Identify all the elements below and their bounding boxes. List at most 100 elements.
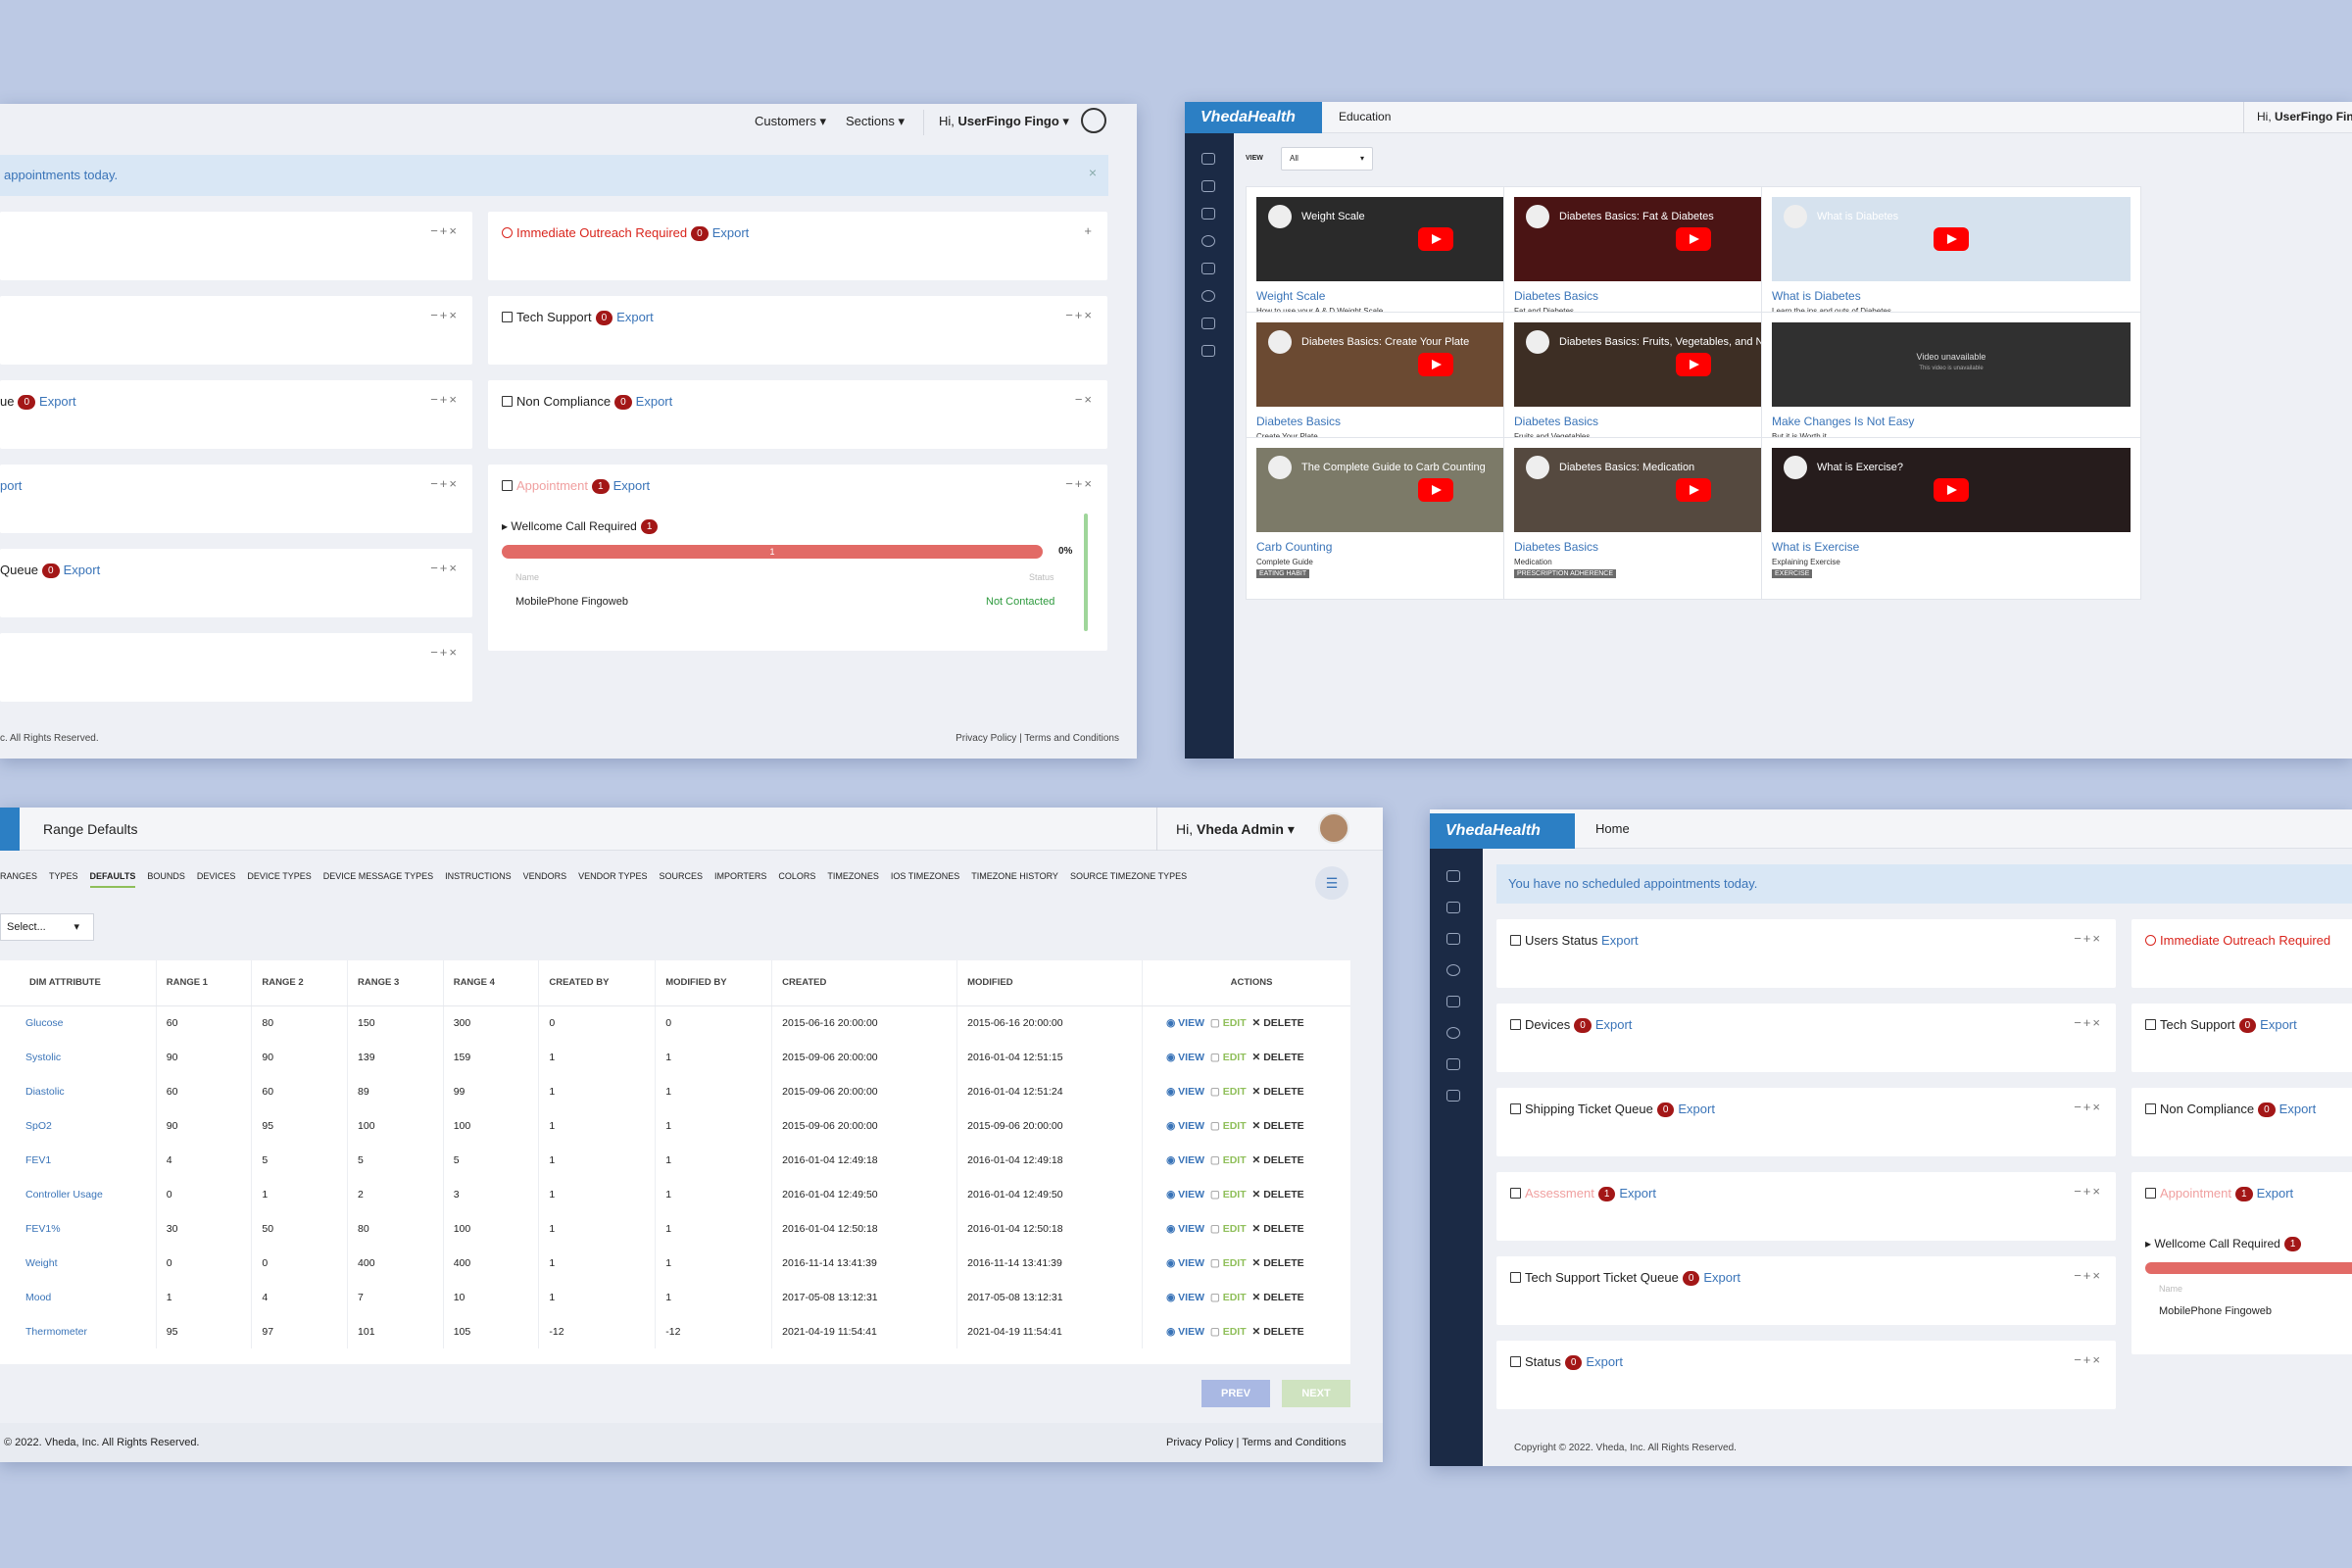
tab-ranges[interactable]: RANGES — [0, 871, 37, 886]
brand-logo[interactable]: VhedaHealth — [1430, 813, 1575, 849]
tab-vendor-types[interactable]: VENDOR TYPES — [578, 871, 647, 886]
tab-vendors[interactable]: VENDORS — [523, 871, 567, 886]
video-title[interactable]: What is Diabetes — [1772, 289, 1861, 303]
dim-attribute-link[interactable]: Controller Usage — [0, 1177, 157, 1211]
edit-action[interactable]: EDIT — [1223, 1017, 1247, 1029]
home-icon[interactable] — [1201, 153, 1215, 165]
tab-types[interactable]: TYPES — [49, 871, 78, 886]
dim-attribute-link[interactable]: Thermometer — [0, 1314, 157, 1348]
play-icon[interactable] — [1418, 353, 1453, 376]
export-link[interactable]: Export — [1586, 1354, 1623, 1369]
play-icon[interactable] — [1418, 227, 1453, 251]
card-controls[interactable]: −+× — [430, 223, 459, 238]
user-menu[interactable]: Hi, Vheda Admin ▾ — [1176, 821, 1295, 838]
footer-links[interactable]: Privacy Policy | Terms and Conditions — [956, 733, 1119, 744]
card-controls[interactable]: −+× — [1065, 308, 1094, 322]
brand-logo[interactable]: VhedaHealth — [1185, 102, 1322, 133]
wellcome-item[interactable]: ▸ Wellcome Call Required 1 — [502, 519, 662, 535]
card-controls[interactable]: −+× — [430, 645, 459, 660]
card-controls[interactable]: −× — [1075, 392, 1094, 407]
tab-device-message-types[interactable]: DEVICE MESSAGE TYPES — [323, 871, 433, 886]
export-link[interactable]: Export — [1678, 1102, 1715, 1116]
user-menu[interactable]: Hi, UserFingo Fingo ▾ — [939, 114, 1069, 129]
phone-icon[interactable] — [1446, 933, 1460, 945]
tab-devices[interactable]: DEVICES — [197, 871, 236, 886]
export-link[interactable]: Export — [1703, 1270, 1740, 1285]
video-thumbnail[interactable]: What is Diabetes — [1772, 197, 2131, 281]
edit-action[interactable]: EDIT — [1223, 1154, 1247, 1166]
view-action[interactable]: VIEW — [1178, 1120, 1204, 1132]
tab-source-timezone-types[interactable]: SOURCE TIMEZONE TYPES — [1070, 871, 1187, 886]
play-icon[interactable] — [1676, 353, 1711, 376]
phone-icon[interactable] — [1446, 902, 1460, 913]
tab-defaults[interactable]: DEFAULTS — [89, 871, 136, 888]
export-link[interactable]: Export — [64, 563, 101, 577]
video-title[interactable]: Diabetes Basics — [1514, 289, 1598, 303]
export-link[interactable]: Export — [2260, 1017, 2297, 1032]
edit-action[interactable]: EDIT — [1223, 1052, 1247, 1063]
phone-icon[interactable] — [1201, 180, 1215, 192]
delete-action[interactable]: DELETE — [1263, 1052, 1303, 1063]
sections-menu[interactable]: Sections ▾ — [846, 114, 905, 129]
card-controls[interactable]: −+× — [430, 561, 459, 575]
tab-home[interactable]: Home — [1595, 821, 1630, 836]
video-card[interactable]: What is Exercise? What is Exercise Explain… — [1761, 437, 2141, 600]
tab-education[interactable]: Education — [1339, 110, 1391, 123]
filter-select[interactable]: Select... ▾ — [0, 913, 94, 941]
play-icon[interactable] — [1676, 478, 1711, 502]
export-link[interactable]: Export — [2279, 1102, 2317, 1116]
wellcome-item[interactable]: ▸ Wellcome Call Required 1 — [2145, 1237, 2305, 1252]
delete-action[interactable]: DELETE — [1263, 1326, 1303, 1338]
terms-link[interactable]: Terms and Conditions — [1242, 1437, 1346, 1448]
tab-timezone-history[interactable]: TIMEZONE HISTORY — [971, 871, 1058, 886]
tab-device-types[interactable]: DEVICE TYPES — [247, 871, 311, 886]
user-icon[interactable] — [1201, 290, 1215, 302]
tab-instructions[interactable]: INSTRUCTIONS — [445, 871, 512, 886]
dim-attribute-link[interactable]: Diastolic — [0, 1074, 157, 1108]
dim-attribute-link[interactable]: Weight — [0, 1246, 157, 1280]
edit-action[interactable]: EDIT — [1223, 1189, 1247, 1200]
delete-action[interactable]: DELETE — [1263, 1189, 1303, 1200]
card-controls[interactable]: −+× — [2074, 1100, 2102, 1114]
export-link[interactable]: Export — [616, 310, 654, 324]
export-link[interactable]: Export — [1601, 933, 1639, 948]
export-link[interactable]: Export — [712, 225, 750, 240]
view-action[interactable]: VIEW — [1178, 1326, 1204, 1338]
view-action[interactable]: VIEW — [1178, 1086, 1204, 1098]
export-link[interactable]: Export — [1595, 1017, 1633, 1032]
phone-icon[interactable] — [1201, 208, 1215, 220]
bookmark-icon[interactable] — [1446, 1058, 1460, 1070]
export-link[interactable]: port — [0, 478, 22, 493]
card-controls[interactable]: −+× — [2074, 1184, 2102, 1199]
dim-attribute-link[interactable]: Mood — [0, 1280, 157, 1314]
users-icon[interactable] — [1201, 345, 1215, 357]
tab-colors[interactable]: COLORS — [778, 871, 815, 886]
card-controls[interactable]: −+× — [2074, 1015, 2102, 1030]
scrollbar[interactable] — [1084, 514, 1088, 631]
video-title[interactable]: Make Changes Is Not Easy — [1772, 415, 1914, 428]
dim-attribute-link[interactable]: Glucose — [0, 1005, 157, 1040]
play-icon[interactable] — [1934, 478, 1969, 502]
list-icon[interactable]: ☰ — [1315, 866, 1348, 900]
close-icon[interactable]: × — [1089, 165, 1097, 180]
dim-attribute-link[interactable]: Systolic — [0, 1040, 157, 1074]
dim-attribute-link[interactable]: FEV1% — [0, 1211, 157, 1246]
video-thumbnail[interactable]: Video unavailable This video is unavailab… — [1772, 322, 2131, 407]
user-avatar-icon[interactable] — [1081, 108, 1106, 133]
export-link[interactable]: Export — [1619, 1186, 1656, 1200]
video-title[interactable]: What is Exercise — [1772, 540, 1859, 554]
delete-action[interactable]: DELETE — [1263, 1120, 1303, 1132]
video-title[interactable]: Weight Scale — [1256, 289, 1325, 303]
edit-action[interactable]: EDIT — [1223, 1086, 1247, 1098]
edit-action[interactable]: EDIT — [1223, 1120, 1247, 1132]
tab-importers[interactable]: IMPORTERS — [714, 871, 766, 886]
delete-action[interactable]: DELETE — [1263, 1292, 1303, 1303]
user-icon[interactable] — [1446, 1027, 1460, 1039]
home-icon[interactable] — [1446, 870, 1460, 882]
card-controls[interactable]: −+× — [2074, 1352, 2102, 1367]
view-action[interactable]: VIEW — [1178, 1189, 1204, 1200]
edit-action[interactable]: EDIT — [1223, 1257, 1247, 1269]
card-controls[interactable]: −+× — [430, 308, 459, 322]
video-title[interactable]: Carb Counting — [1256, 540, 1332, 554]
video-title[interactable]: Diabetes Basics — [1514, 540, 1598, 554]
